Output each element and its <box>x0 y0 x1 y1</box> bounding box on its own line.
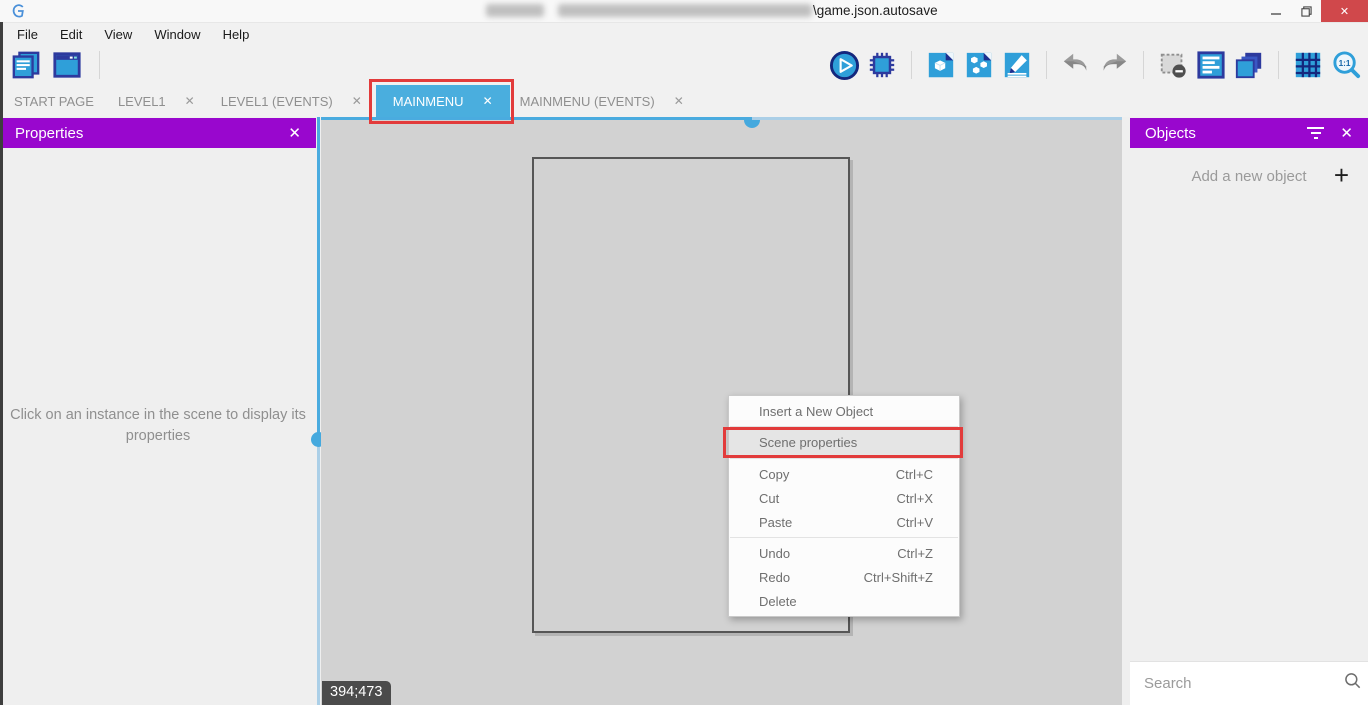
objects-panel: Objects ✕ Add a new object + <box>1130 117 1368 705</box>
toolbar-divider <box>1046 51 1047 79</box>
undo-icon[interactable] <box>1060 49 1092 81</box>
canvas-top-divider[interactable] <box>752 117 1122 120</box>
tab-mainmenu[interactable]: MAINMENU ✕ <box>376 85 510 117</box>
redacted-path-segment <box>486 4 544 17</box>
close-tab-icon[interactable]: ✕ <box>185 94 195 108</box>
context-menu-separator <box>730 458 958 459</box>
close-panel-icon[interactable]: ✕ <box>288 124 301 142</box>
minimize-icon <box>1271 6 1282 17</box>
main-area: Properties ✕ Click on an instance in the… <box>0 117 1368 705</box>
context-menu-item-undo[interactable]: Undo Ctrl+Z <box>729 541 959 565</box>
window-left-edge <box>0 22 3 705</box>
canvas-top-divider[interactable] <box>321 117 752 120</box>
objects-panel-title: Objects <box>1145 125 1196 142</box>
toolbar: 1:1 <box>0 45 1368 85</box>
debug-icon[interactable] <box>866 49 898 81</box>
zoom-1-1-icon[interactable]: 1:1 <box>1330 49 1362 81</box>
cursor-coordinates: 394;473 <box>322 681 391 705</box>
tab-label: LEVEL1 <box>118 94 166 109</box>
edit-scene-icon[interactable] <box>925 49 957 81</box>
close-icon: ✕ <box>1340 5 1349 18</box>
add-object-label: Add a new object <box>1191 168 1306 185</box>
menu-file[interactable]: File <box>6 27 49 42</box>
toolbar-divider <box>1143 51 1144 79</box>
title-bar: \game.json.autosave ✕ <box>0 0 1368 22</box>
restore-icon <box>1301 6 1312 17</box>
scene-canvas[interactable]: 394;473 Insert a New Object Scene proper… <box>321 117 1122 705</box>
objects-list-icon[interactable] <box>1195 49 1227 81</box>
toolbar-divider <box>99 51 100 79</box>
redacted-path-segment <box>558 4 812 17</box>
filter-icon[interactable] <box>1307 124 1324 142</box>
menu-view[interactable]: View <box>93 27 143 42</box>
grid-icon[interactable] <box>1292 49 1324 81</box>
properties-panel-header: Properties ✕ <box>0 118 316 148</box>
tab-level1[interactable]: LEVEL1 ✕ <box>118 85 195 117</box>
layers-icon[interactable] <box>1233 49 1265 81</box>
close-tab-icon[interactable]: ✕ <box>483 94 493 108</box>
context-menu-item-paste[interactable]: Paste Ctrl+V <box>729 510 959 534</box>
project-manager-icon[interactable] <box>10 49 42 81</box>
tab-start-page[interactable]: START PAGE <box>14 85 94 117</box>
close-button[interactable]: ✕ <box>1321 0 1368 22</box>
redo-icon[interactable] <box>1098 49 1130 81</box>
svg-text:1:1: 1:1 <box>1338 58 1350 67</box>
editor-tab-bar: START PAGE LEVEL1 ✕ LEVEL1 (EVENTS) ✕ MA… <box>0 85 1368 117</box>
window-controls: ✕ <box>1261 0 1368 22</box>
close-tab-icon[interactable]: ✕ <box>352 94 362 108</box>
start-page-icon[interactable] <box>51 49 83 81</box>
edit-properties-icon[interactable] <box>1001 49 1033 81</box>
toolbar-divider <box>911 51 912 79</box>
tab-level1-events[interactable]: LEVEL1 (EVENTS) ✕ <box>221 85 362 117</box>
objects-panel-header: Objects ✕ <box>1130 118 1368 148</box>
menu-edit[interactable]: Edit <box>49 27 93 42</box>
restore-button[interactable] <box>1291 0 1321 22</box>
context-menu-separator <box>730 537 958 538</box>
tab-label: MAINMENU <box>393 94 464 109</box>
menu-help[interactable]: Help <box>212 27 261 42</box>
tab-label: LEVEL1 (EVENTS) <box>221 94 333 109</box>
objects-search-bar <box>1130 661 1368 705</box>
window-title: \game.json.autosave <box>813 3 938 18</box>
search-input[interactable] <box>1144 675 1343 692</box>
tab-label: MAINMENU (EVENTS) <box>520 94 655 109</box>
edit-instances-icon[interactable] <box>963 49 995 81</box>
tab-mainmenu-events[interactable]: MAINMENU (EVENTS) ✕ <box>520 85 684 117</box>
close-tab-icon[interactable]: ✕ <box>674 94 684 108</box>
context-menu: Insert a New Object Scene properties Cop… <box>728 395 960 617</box>
context-menu-item-delete[interactable]: Delete <box>729 589 959 613</box>
add-object-button[interactable]: + <box>1334 160 1349 191</box>
tab-label: START PAGE <box>14 94 94 109</box>
menu-window[interactable]: Window <box>143 27 211 42</box>
play-icon[interactable] <box>828 49 860 81</box>
context-menu-separator <box>730 426 958 427</box>
context-menu-item-scene-properties[interactable]: Scene properties <box>729 430 959 455</box>
minimize-button[interactable] <box>1261 0 1291 22</box>
properties-empty-message: Click on an instance in the scene to dis… <box>10 405 306 447</box>
close-panel-icon[interactable]: ✕ <box>1340 124 1353 142</box>
context-menu-item-cut[interactable]: Cut Ctrl+X <box>729 486 959 510</box>
menu-bar: File Edit View Window Help <box>0 22 1368 45</box>
gdevelop-logo-icon <box>10 3 26 24</box>
properties-panel-title: Properties <box>15 125 83 142</box>
canvas-top-handle[interactable] <box>744 120 760 128</box>
context-menu-item-copy[interactable]: Copy Ctrl+C <box>729 462 959 486</box>
context-menu-item-insert-new-object[interactable]: Insert a New Object <box>729 399 959 423</box>
context-menu-item-redo[interactable]: Redo Ctrl+Shift+Z <box>729 565 959 589</box>
search-icon[interactable] <box>1343 671 1363 696</box>
add-object-row: Add a new object + <box>1130 158 1368 194</box>
mask-icon[interactable] <box>1157 49 1189 81</box>
toolbar-divider <box>1278 51 1279 79</box>
properties-panel: Properties ✕ Click on an instance in the… <box>0 117 316 705</box>
